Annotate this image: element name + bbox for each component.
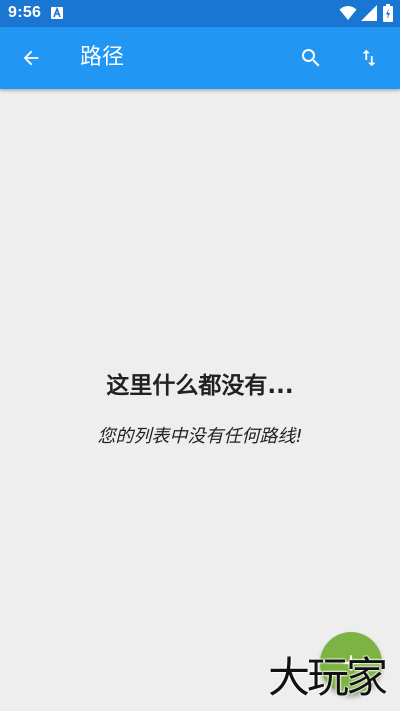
page-title: 路径 — [80, 45, 125, 70]
arrow-back-icon — [23, 50, 39, 66]
status-bar: 9:56 — [0, 0, 400, 27]
search-button[interactable] — [294, 41, 328, 75]
search-icon — [302, 49, 320, 67]
empty-state-title: 这里什么都没有... — [106, 373, 294, 399]
wifi-icon — [339, 6, 357, 20]
back-button[interactable] — [14, 41, 48, 75]
empty-state-subtitle: 您的列表中没有任何路线! — [97, 426, 303, 447]
notification-a-icon — [51, 7, 63, 19]
sort-button[interactable] — [352, 41, 386, 75]
app-bar: 路径 — [0, 27, 400, 89]
swap-vert-icon — [362, 49, 376, 67]
signal-icon — [361, 5, 377, 21]
watermark: 大玩家 — [268, 653, 388, 702]
status-time: 9:56 — [8, 4, 42, 21]
battery-icon — [383, 4, 393, 22]
